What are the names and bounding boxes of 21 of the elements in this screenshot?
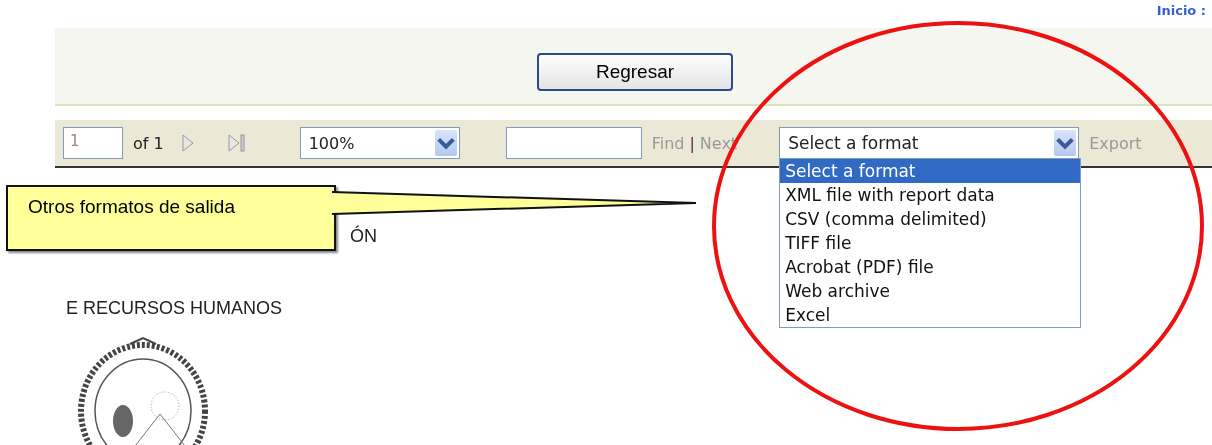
next-page-icon[interactable]	[181, 134, 194, 152]
page-count: of 1	[133, 133, 164, 153]
format-option[interactable]: Acrobat (PDF) file	[780, 255, 1081, 279]
format-dropdown[interactable]: Select a format	[779, 127, 1080, 159]
separator: |	[689, 133, 695, 153]
find-field[interactable]	[505, 127, 642, 159]
caret-icon	[1054, 130, 1077, 156]
last-page-icon[interactable]	[227, 134, 246, 152]
format-option[interactable]: TIFF file	[780, 231, 1081, 255]
callout-box: Otros formatos de salida	[6, 185, 336, 251]
format-option[interactable]: Select a format	[780, 159, 1081, 183]
format-option[interactable]: Excel	[780, 303, 1081, 327]
format-option[interactable]: XML file with report data	[780, 183, 1081, 207]
home-link[interactable]: Inicio :	[1156, 0, 1212, 18]
report-heading: ÓN	[350, 226, 377, 247]
format-option[interactable]: Web archive	[780, 279, 1081, 303]
report-heading: E RECURSOS HUMANOS	[66, 298, 283, 319]
caret-icon	[434, 130, 457, 156]
format-option[interactable]: CSV (comma delimited)	[780, 207, 1081, 231]
zoom-dropdown[interactable]: 100%	[299, 127, 460, 159]
back-button[interactable]: Regresar	[537, 53, 733, 91]
